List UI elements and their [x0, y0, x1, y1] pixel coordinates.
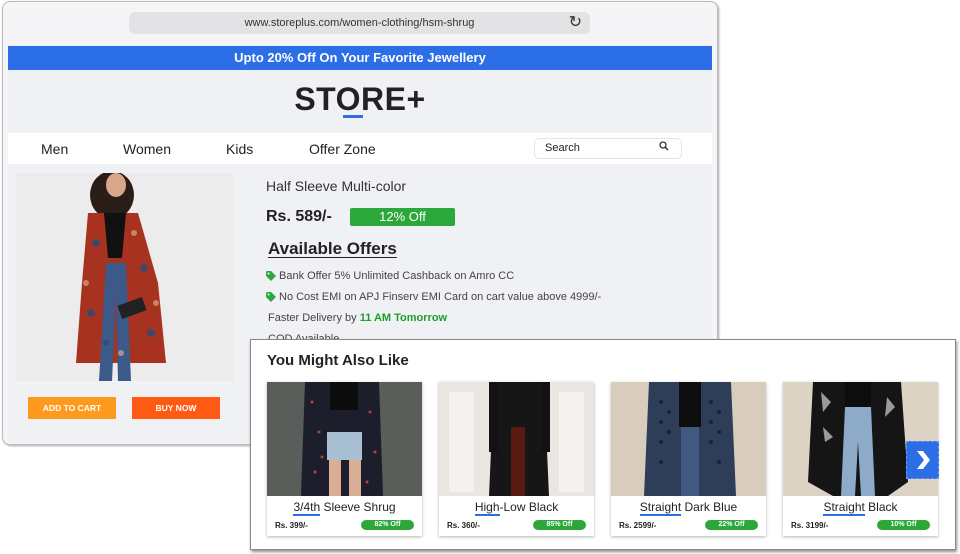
promo-banner[interactable]: Upto 20% Off On Your Favorite Jewellery [8, 46, 712, 70]
product-price: Rs. 589/- [266, 208, 332, 225]
address-bar[interactable]: www.storeplus.com/women-clothing/hsm-shr… [129, 12, 590, 34]
product-card-discount: 82% Off [361, 520, 414, 530]
search-box[interactable] [534, 138, 682, 159]
recommendations-panel: You Might Also Like 3/4th Sleeve Shrug R… [250, 339, 956, 550]
product-card-image[interactable] [439, 382, 594, 496]
product-card-discount: 85% Off [533, 520, 586, 530]
search-input[interactable] [545, 142, 655, 154]
delivery-info: Faster Delivery by 11 AM Tomorrow [268, 312, 447, 324]
product-title: Half Sleeve Multi-color [266, 178, 407, 194]
tag-icon [266, 271, 276, 281]
offer-text: Bank Offer 5% Unlimited Cashback on Amro… [279, 270, 515, 282]
chevron-right-icon [916, 451, 930, 469]
product-card-image[interactable] [267, 382, 422, 496]
add-to-cart-button[interactable]: ADD TO CART [28, 397, 116, 419]
nav-item-offer-zone[interactable]: Offer Zone [309, 141, 376, 157]
delivery-prefix: Faster Delivery by [268, 312, 360, 324]
product-card-name[interactable]: Straight Black [783, 500, 938, 516]
carousel-next-button[interactable] [906, 441, 939, 479]
url-text: www.storeplus.com/women-clothing/hsm-shr… [244, 17, 475, 29]
offer-text: No Cost EMI on APJ Finserv EMI Card on c… [279, 291, 602, 303]
main-nav: Men Women Kids Offer Zone [8, 133, 712, 164]
nav-item-women[interactable]: Women [123, 141, 171, 157]
product-card[interactable]: High-Low Black Rs. 360/- 85% Off [439, 382, 594, 536]
product-image[interactable] [16, 173, 234, 381]
product-card[interactable]: 3/4th Sleeve Shrug Rs. 399/- 82% Off [267, 382, 422, 536]
product-card-price: Rs. 3199/- [791, 521, 829, 530]
nav-item-kids[interactable]: Kids [226, 141, 253, 157]
product-card-discount: 22% Off [705, 520, 758, 530]
discount-badge: 12% Off [350, 208, 455, 226]
reload-icon[interactable]: ↻ [569, 13, 582, 33]
logo-underline [343, 115, 363, 118]
buy-now-button[interactable]: BUY NOW [132, 397, 220, 419]
product-card-name[interactable]: High-Low Black [439, 500, 594, 516]
product-card-price: Rs. 2599/- [619, 521, 657, 530]
recommendations-title: You Might Also Like [267, 352, 409, 369]
store-logo[interactable]: STORE+ [8, 81, 712, 118]
product-card-price: Rs. 399/- [275, 521, 308, 530]
tag-icon [266, 292, 276, 302]
available-offers-heading: Available Offers [268, 239, 397, 258]
offer-item: No Cost EMI on APJ Finserv EMI Card on c… [266, 291, 601, 303]
search-icon[interactable] [659, 141, 669, 154]
product-card[interactable]: Straight Dark Blue Rs. 2599/- 22% Off [611, 382, 766, 536]
product-card-name[interactable]: Straight Dark Blue [611, 500, 766, 516]
product-card-image[interactable] [611, 382, 766, 496]
product-card-discount: 10% Off [877, 520, 930, 530]
product-card-name[interactable]: 3/4th Sleeve Shrug [267, 500, 422, 516]
delivery-time: 11 AM Tomorrow [359, 312, 448, 324]
product-card-price: Rs. 360/- [447, 521, 480, 530]
nav-item-men[interactable]: Men [41, 141, 68, 157]
offer-item: Bank Offer 5% Unlimited Cashback on Amro… [266, 270, 514, 282]
